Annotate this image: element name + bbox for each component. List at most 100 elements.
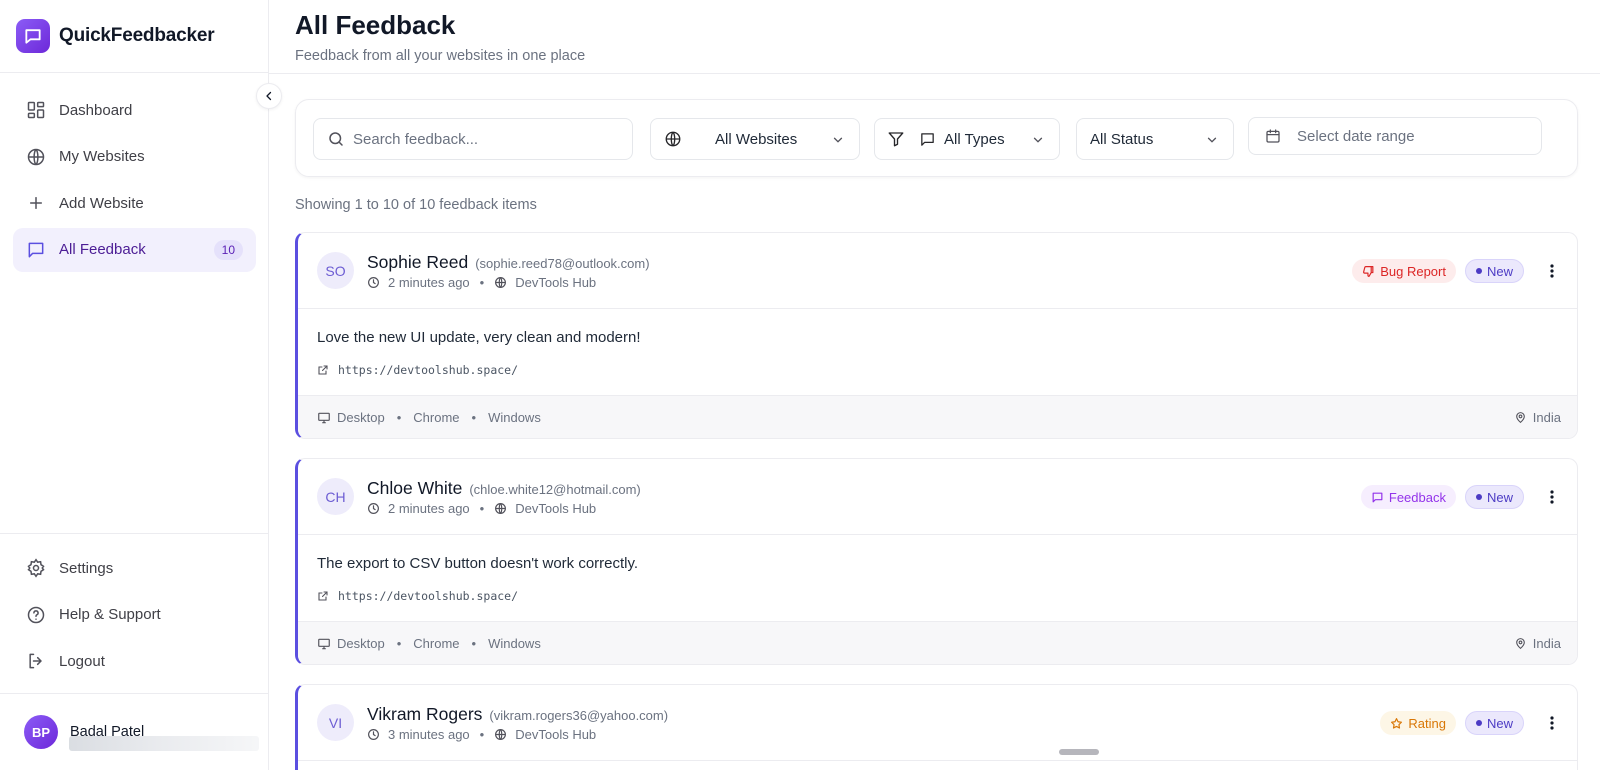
user-profile[interactable]: BP Badal Patel: [0, 693, 268, 770]
sidebar-nav: Dashboard My Websites Add Website All Fe…: [13, 88, 256, 274]
location-label: India: [1532, 410, 1561, 425]
search-icon: [327, 130, 345, 148]
search-input[interactable]: Search feedback...: [313, 118, 633, 160]
sidebar-item-help-support[interactable]: Help & Support: [13, 593, 255, 637]
location-label: India: [1532, 636, 1561, 651]
clock-icon: [367, 502, 380, 515]
feedback-time: 2 minutes ago: [388, 501, 470, 516]
browser-label: Chrome: [413, 636, 460, 651]
author-email: (sophie.reed78@outlook.com): [475, 256, 650, 271]
thumbs-down-icon: [1362, 265, 1375, 278]
logout-icon: [26, 651, 46, 671]
dashboard-grid-icon: [26, 100, 46, 120]
status-badge-label: New: [1486, 263, 1513, 279]
status-select[interactable]: All Status: [1076, 118, 1234, 160]
feedback-site: DevTools Hub: [515, 727, 597, 742]
feedback-card-footer: Desktop • Chrome • Windows India: [298, 621, 1577, 664]
more-options-icon[interactable]: [1543, 485, 1561, 509]
feedback-url-link[interactable]: https://devtoolshub.space/: [317, 589, 518, 603]
location: India: [1514, 410, 1561, 425]
type-select[interactable]: All Types: [874, 118, 1060, 160]
globe-icon: [664, 130, 682, 148]
sidebar-item-label: My Websites: [59, 148, 145, 165]
map-pin-icon: [1514, 637, 1527, 650]
website-select-value: All Websites: [715, 130, 798, 148]
sidebar-item-label: Dashboard: [59, 101, 133, 119]
globe-icon: [494, 276, 507, 289]
filter-icon: [887, 130, 905, 148]
type-badge-label: Bug Report: [1380, 263, 1446, 279]
more-options-icon[interactable]: [1543, 711, 1561, 735]
sidebar-bottom-nav: Settings Help & Support Logout: [0, 533, 268, 686]
sidebar-item-label: Logout: [59, 652, 105, 670]
main-content: All Feedback Feedback from all your webs…: [269, 0, 1600, 770]
results-summary: Showing 1 to 10 of 10 feedback items: [295, 197, 537, 213]
filter-bar: Search feedback... All Websites All Type…: [295, 99, 1578, 177]
author-email: (chloe.white12@hotmail.com): [469, 482, 641, 497]
location: India: [1514, 636, 1561, 651]
sidebar-item-add-website[interactable]: Add Website: [13, 181, 256, 225]
sidebar-item-logout[interactable]: Logout: [13, 639, 255, 683]
date-range-picker[interactable]: Select date range: [1248, 117, 1542, 155]
status-dot-icon: [1475, 494, 1482, 500]
scroll-handle[interactable]: [1059, 749, 1099, 755]
os-label: Windows: [488, 410, 541, 425]
feedback-url: https://devtoolshub.space/: [338, 363, 519, 377]
feedback-url-link[interactable]: https://devtoolshub.space/: [317, 363, 518, 377]
type-badge-label: Feedback: [1388, 489, 1446, 505]
date-range-placeholder: Select date range: [1297, 127, 1415, 145]
feedback-message: The export to CSV button doesn't work co…: [317, 555, 639, 572]
page-header: All Feedback Feedback from all your webs…: [269, 0, 1600, 74]
status-dot-icon: [1475, 268, 1482, 274]
chevron-down-icon: [1205, 133, 1219, 147]
more-options-icon[interactable]: [1543, 259, 1561, 283]
status-badge: New: [1464, 711, 1524, 735]
separator: •: [471, 410, 477, 425]
type-badge-label: Rating: [1408, 715, 1446, 731]
sidebar-item-dashboard[interactable]: Dashboard: [13, 88, 256, 132]
brand-logo-icon: [16, 19, 50, 53]
sidebar-item-all-feedback[interactable]: All Feedback 10: [13, 227, 256, 272]
map-pin-icon: [1514, 411, 1527, 424]
sidebar-item-label: Settings: [59, 559, 114, 577]
type-badge: Feedback: [1360, 485, 1456, 509]
globe-icon: [26, 147, 46, 167]
feedback-card[interactable]: CH Chloe White (chloe.white12@hotmail.com…: [295, 458, 1578, 665]
feedback-meta: 2 minutes ago • DevTools Hub: [367, 501, 596, 516]
feedback-card-body: Love the new UI update, very clean and m…: [298, 309, 1577, 395]
status-badge: New: [1464, 485, 1524, 509]
message-square-icon: [26, 240, 46, 260]
feedback-time: 3 minutes ago: [388, 727, 470, 742]
external-link-icon: [317, 364, 329, 376]
sidebar-item-label: Add Website: [59, 194, 144, 212]
status-select-value: All Status: [1090, 130, 1154, 148]
sidebar-item-settings[interactable]: Settings: [13, 546, 255, 590]
plus-icon: [26, 193, 46, 213]
feedback-meta: 2 minutes ago • DevTools Hub: [367, 275, 596, 290]
feedback-meta: 3 minutes ago • DevTools Hub: [367, 727, 596, 742]
avatar: CH: [317, 478, 354, 515]
feedback-card-header: SO Sophie Reed (sophie.reed78@outlook.com…: [298, 233, 1577, 309]
feedback-card-header: VI Vikram Rogers (vikram.rogers36@yahoo.c…: [298, 685, 1577, 761]
search-placeholder: Search feedback...: [353, 130, 479, 148]
feedback-card[interactable]: VI Vikram Rogers (vikram.rogers36@yahoo.c…: [295, 684, 1578, 770]
device-label: Desktop: [337, 410, 385, 425]
brand-name: QuickFeedbacker: [59, 25, 215, 46]
sidebar-item-my-websites[interactable]: My Websites: [13, 135, 256, 179]
chevron-down-icon: [831, 133, 845, 147]
os-label: Windows: [488, 636, 541, 651]
brand[interactable]: QuickFeedbacker: [0, 0, 268, 73]
website-select[interactable]: All Websites: [650, 118, 860, 160]
feedback-card[interactable]: SO Sophie Reed (sophie.reed78@outlook.com…: [295, 232, 1578, 439]
feedback-count-badge: 10: [213, 239, 243, 260]
page-title: All Feedback: [295, 10, 456, 40]
clock-icon: [367, 728, 380, 741]
browser-label: Chrome: [413, 410, 460, 425]
user-email-redacted: [69, 736, 259, 751]
feedback-author: Sophie Reed (sophie.reed78@outlook.com): [367, 252, 650, 273]
avatar: VI: [317, 704, 354, 741]
feedback-author: Vikram Rogers (vikram.rogers36@yahoo.com): [367, 704, 668, 725]
separator: •: [479, 275, 485, 290]
globe-icon: [494, 502, 507, 515]
collapse-sidebar-button[interactable]: [256, 83, 282, 109]
